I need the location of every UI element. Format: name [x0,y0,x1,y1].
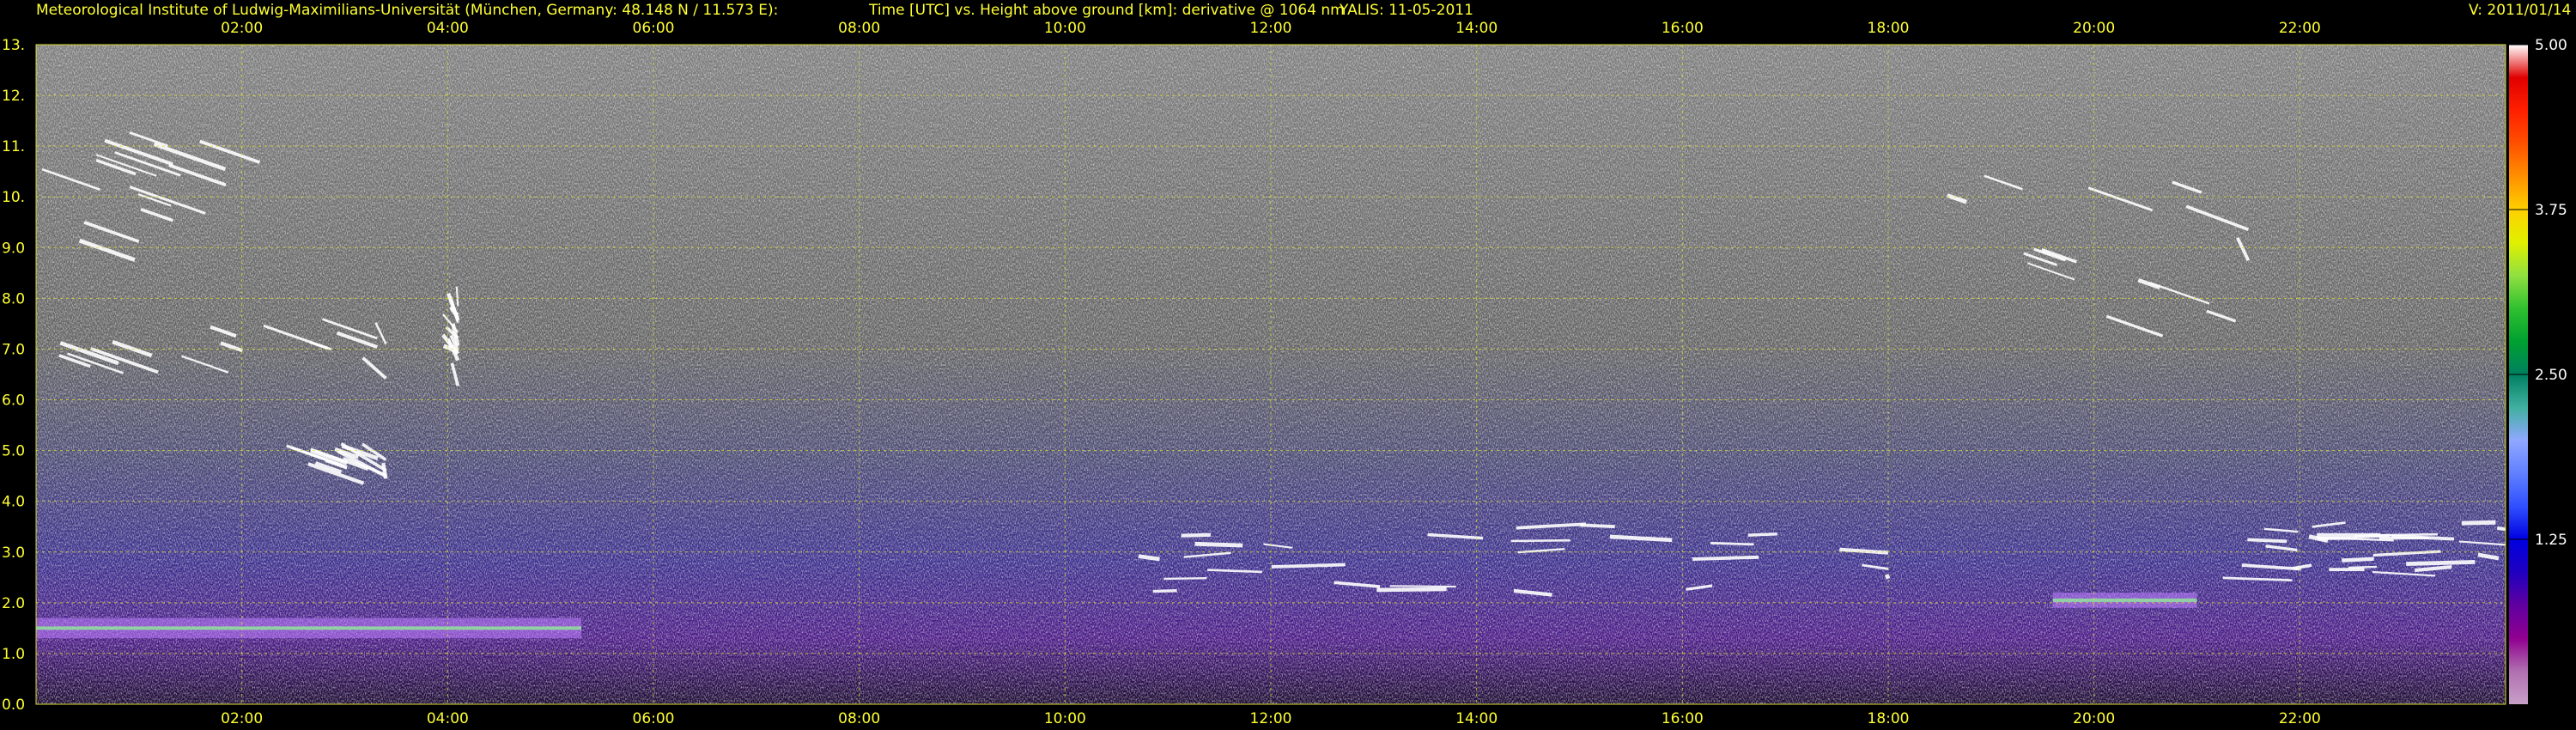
y-tick-label: 0.0 [2,697,25,714]
x-axis-top: 02:00 04:00 06:00 08:00 10:00 12:00 14:00 16:00… [221,20,2321,37]
x-tick-label-top: 08:00 [838,20,880,37]
x-axis-bottom: 02:00 04:00 06:00 08:00 10:00 12:00 14:00 16:00… [221,710,2321,727]
x-tick-label-top: 06:00 [633,20,675,37]
x-tick-label-bottom: 06:00 [633,710,675,727]
x-tick-label-bottom: 04:00 [427,710,469,727]
x-tick-label-top: 02:00 [221,20,263,37]
x-tick-label-top: 10:00 [1044,20,1086,37]
x-tick-label-top: 04:00 [427,20,469,37]
x-tick-label-bottom: 08:00 [838,710,880,727]
backscatter-streak [1271,563,1346,569]
feature-aerosol_layer [2052,593,2197,608]
y-tick-label: 10. [2,189,25,206]
y-tick-label: 7.0 [2,341,25,358]
y-tick-label: 1.0 [2,646,25,663]
backscatter-streak [1194,541,1243,548]
x-tick-label-top: 12:00 [1250,20,1292,37]
y-tick-label: 13. [2,37,25,54]
x-tick-label-top: 14:00 [1455,20,1498,37]
backscatter-streak [1510,538,1571,543]
x-tick-label-bottom: 14:00 [1455,710,1498,727]
x-tick-label-bottom: 02:00 [221,710,263,727]
y-tick-label: 11. [2,138,25,155]
y-tick-label: 3.0 [2,544,25,562]
y-tick-label: 8.0 [2,290,25,307]
y-tick-label: 4.0 [2,494,25,511]
backscatter-streak [2461,520,2496,526]
aerosol-layer-edge [36,626,582,630]
y-tick-label: 5.0 [2,443,25,460]
backscatter-streak [1163,577,1207,581]
x-tick-label-bottom: 20:00 [2073,710,2115,727]
x-tick-label-top: 22:00 [2279,20,2321,37]
x-tick-label-top: 18:00 [1868,20,1910,37]
backscatter-streak [2354,533,2391,538]
x-tick-label-top: 16:00 [1662,20,1704,37]
backscatter-streak [2342,557,2374,563]
backscatter-streak [1389,585,1456,588]
plot-area [35,44,2506,705]
backscatter-streak [1747,532,1777,537]
backscatter-streak [2496,526,2506,532]
backscatter-streak [1710,541,1754,546]
colorbar-tick-label: 3.75 [2535,202,2567,219]
colorbar-tick-label: 5.00 [2535,37,2567,54]
y-tick-label: 12. [2,88,25,105]
backscatter-streak [2406,560,2476,567]
backscatter-streak [1692,555,1759,561]
backscatter-streak [1376,587,1447,593]
backscatter-streak [2348,565,2377,569]
backscatter-streak [1181,532,1212,538]
backscatter-streak [2247,538,2287,544]
x-tick-label-bottom: 12:00 [1250,710,1292,727]
y-tick-label: 2.0 [2,595,25,612]
x-tick-label-bottom: 18:00 [1868,710,1910,727]
colorbar-tick-label: 2.50 [2535,367,2567,384]
x-tick-label-bottom: 16:00 [1662,710,1704,727]
y-tick-label: 6.0 [2,392,25,410]
backscatter-streak [1152,588,1177,593]
colorbar: 1.25 2.50 3.75 5.00 [2509,37,2567,704]
y-tick-label: 9.0 [2,240,25,257]
y-axis: 0.0 1.0 2.0 3.0 4.0 5.0 6.0 7.0 8.0 9.0 10. 11. 12. 1… [2,37,25,714]
feature-aerosol_layer [36,617,582,639]
backscatter-streak [455,286,459,307]
x-tick-label-bottom: 10:00 [1044,710,1086,727]
colorbar-tick-label: 1.25 [2535,532,2567,549]
x-tick-label-top: 20:00 [2073,20,2115,37]
aerosol-layer-edge [2052,598,2197,602]
chart: 02:00 04:00 06:00 08:00 10:00 12:00 14:00 16:00… [2,20,2567,727]
x-tick-label-bottom: 22:00 [2279,710,2321,727]
